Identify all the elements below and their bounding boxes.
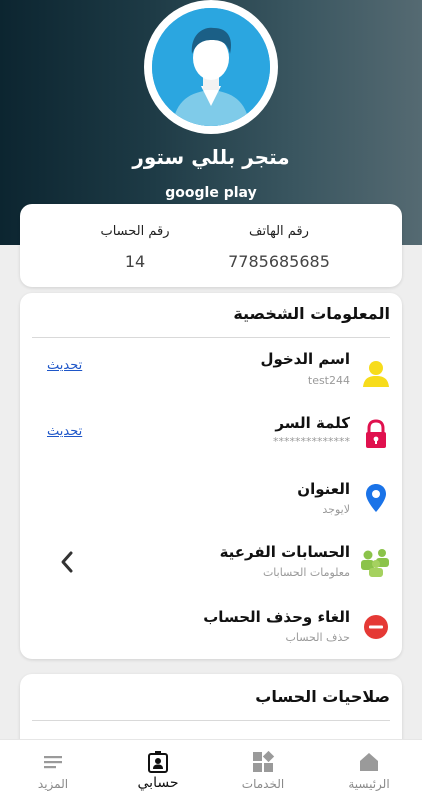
row-subtitle: معلومات الحسابات — [262, 566, 350, 579]
avatar-illustration — [152, 8, 270, 126]
phone-value: 7785685685 — [228, 252, 330, 271]
divider — [32, 720, 390, 721]
account-badge-icon — [148, 751, 168, 773]
account-stats-card: رقم الهاتف 7785685685 رقم الحساب 14 — [20, 204, 402, 287]
nav-item-services[interactable]: الخدمات — [210, 740, 316, 800]
nav-item-more[interactable]: المزيد — [0, 740, 106, 800]
nav-item-my-account[interactable]: حسابي — [105, 740, 211, 800]
row-login-name: اسم الدخول test244 تحديث — [20, 345, 402, 405]
divider — [32, 337, 390, 338]
nav-label: حسابي — [137, 775, 179, 791]
row-password: كلمة السر ************** تحديث — [20, 411, 402, 471]
nav-item-home[interactable]: الرئيسية — [316, 740, 422, 800]
row-subtitle: test244 — [307, 374, 350, 387]
row-subtitle: لايوجد — [322, 503, 350, 516]
remove-icon — [360, 611, 392, 643]
store-subtitle: google play — [165, 185, 257, 201]
account-number-value: 14 — [124, 252, 146, 271]
row-address[interactable]: العنوان لايوجد — [20, 476, 402, 536]
user-icon — [360, 357, 392, 389]
lock-icon — [360, 418, 392, 450]
store-name: متجر بللي ستور — [132, 145, 290, 169]
avatar-frame — [144, 0, 278, 134]
update-login-link[interactable]: تحديث — [47, 358, 82, 373]
services-grid-icon — [253, 750, 275, 772]
avatar[interactable] — [152, 8, 270, 126]
row-subtitle: حذف الحساب — [285, 631, 350, 644]
menu-lines-icon — [44, 756, 62, 769]
nav-label: المزيد — [37, 777, 69, 791]
location-pin-icon — [360, 482, 392, 514]
row-title: اسم الدخول — [260, 350, 350, 368]
phone-label: رقم الهاتف — [249, 224, 309, 239]
bottom-navigation: الرئيسية الخدمات حسابي المزيد — [0, 739, 422, 800]
update-password-link[interactable]: تحديث — [47, 424, 82, 439]
row-delete-account[interactable]: الغاء وحذف الحساب حذف الحساب — [20, 606, 402, 666]
home-icon — [360, 753, 378, 771]
section-title-permissions: صلاحيات الحساب — [255, 687, 390, 706]
row-sub-accounts[interactable]: الحسابات الفرعية معلومات الحسابات — [20, 541, 402, 601]
group-icon — [360, 546, 392, 578]
nav-label: الرئيسية — [348, 777, 390, 791]
chevron-left-icon[interactable] — [58, 550, 76, 574]
personal-info-card: المعلومات الشخصية اسم الدخول test244 تحد… — [20, 293, 402, 659]
row-title: الحسابات الفرعية — [219, 543, 350, 561]
row-title: كلمة السر — [275, 414, 350, 432]
row-title: الغاء وحذف الحساب — [203, 608, 350, 626]
section-title-personal: المعلومات الشخصية — [233, 304, 390, 323]
nav-label: الخدمات — [241, 777, 285, 791]
row-subtitle: ************** — [273, 435, 350, 448]
account-number-label: رقم الحساب — [100, 224, 170, 239]
row-title: العنوان — [297, 480, 350, 498]
